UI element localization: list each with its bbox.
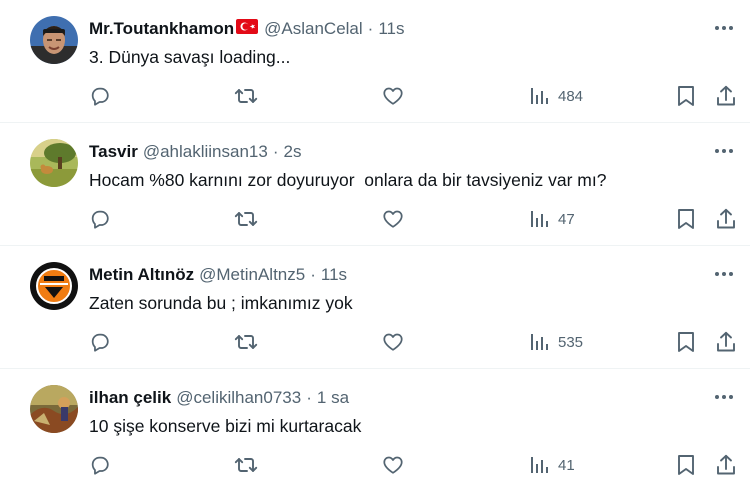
heart-icon [383, 87, 403, 105]
reply-icon [91, 210, 109, 229]
turkey-flag-icon [236, 19, 259, 39]
views-count: 484 [558, 87, 584, 105]
retweet-icon [234, 458, 258, 472]
author-name[interactable]: Metin Altınöz [89, 265, 194, 285]
bookmark-button[interactable] [677, 83, 695, 109]
timestamp[interactable]: 1 sa [317, 388, 349, 408]
tweet-feed: Mr.Toutankhamon @AslanCelal · 11s 3. Dün… [0, 0, 750, 492]
retweet-icon [234, 89, 258, 103]
share-button[interactable] [715, 329, 737, 355]
author-handle[interactable]: @celikilhan0733 [176, 388, 301, 408]
tweet-actions: 535 [0, 329, 750, 355]
heart-icon [383, 456, 403, 474]
bookmark-button[interactable] [677, 206, 695, 232]
bookmark-icon [678, 332, 694, 352]
share-icon [717, 331, 735, 352]
timestamp[interactable]: 11s [321, 265, 347, 285]
bookmark-icon [678, 209, 694, 229]
retweet-button[interactable] [234, 329, 258, 355]
retweet-icon [234, 335, 258, 349]
views-button[interactable]: 41 [530, 452, 575, 478]
bookmark-icon [678, 455, 694, 475]
avatar[interactable] [30, 262, 78, 310]
more-horizontal-icon[interactable] [712, 139, 736, 163]
views-button[interactable]: 47 [530, 206, 575, 232]
tweet[interactable]: Metin Altınöz @MetinAltnz5 · 11s Zaten s… [0, 246, 750, 369]
heart-icon [383, 210, 403, 228]
views-button[interactable]: 535 [530, 329, 583, 355]
tweet-header: ilhan çelik @celikilhan0733 · 1 sa [89, 387, 690, 409]
retweet-button[interactable] [234, 452, 258, 478]
tweet-header: Tasvir @ahlakliinsan13 · 2s [89, 141, 690, 163]
views-bar-chart-icon [531, 334, 548, 350]
share-button[interactable] [715, 206, 737, 232]
author-handle[interactable]: @ahlakliinsan13 [143, 142, 268, 162]
author-name[interactable]: Mr.Toutankhamon [89, 19, 234, 39]
views-count: 535 [558, 333, 584, 351]
tweet[interactable]: ilhan çelik @celikilhan0733 · 1 sa 10 şi… [0, 369, 750, 492]
like-button[interactable] [382, 452, 404, 478]
tweet-text: 3. Dünya savaşı loading... [89, 47, 291, 67]
like-button[interactable] [382, 206, 404, 232]
separator-dot: · [272, 142, 279, 161]
views-bar-chart-icon [531, 211, 548, 227]
tweet-header: Metin Altınöz @MetinAltnz5 · 11s [89, 264, 690, 286]
reply-button[interactable] [89, 83, 111, 109]
separator-dot: · [310, 265, 316, 284]
timestamp[interactable]: 2s [284, 142, 302, 162]
retweet-button[interactable] [234, 206, 258, 232]
heart-icon [383, 333, 403, 351]
views-button[interactable]: 484 [530, 83, 583, 109]
reply-button[interactable] [89, 329, 111, 355]
more-horizontal-icon[interactable] [712, 385, 736, 409]
views-count: 47 [558, 210, 575, 228]
bookmark-button[interactable] [677, 452, 695, 478]
retweet-icon [234, 212, 258, 226]
tweet-text: Hocam %80 karnını zor doyuruyor onlara d… [89, 170, 607, 190]
tweet[interactable]: Mr.Toutankhamon @AslanCelal · 11s 3. Dün… [0, 0, 750, 123]
tweet-actions: 41 [0, 452, 750, 478]
reply-button[interactable] [89, 206, 111, 232]
avatar[interactable] [30, 139, 78, 187]
separator-dot: · [367, 19, 374, 38]
like-button[interactable] [382, 329, 404, 355]
retweet-button[interactable] [234, 83, 258, 109]
bookmark-icon [678, 86, 694, 106]
reply-button[interactable] [89, 452, 111, 478]
avatar[interactable] [30, 16, 78, 64]
separator-dot: · [306, 388, 312, 407]
more-horizontal-icon[interactable] [712, 16, 736, 40]
more-horizontal-icon[interactable] [712, 262, 736, 286]
share-button[interactable] [715, 83, 737, 109]
reply-icon [91, 456, 109, 475]
like-button[interactable] [382, 83, 404, 109]
views-count: 41 [558, 456, 575, 474]
bookmark-button[interactable] [677, 329, 695, 355]
tweet-header: Mr.Toutankhamon @AslanCelal · 11s [89, 18, 690, 40]
tweet-actions: 47 [0, 206, 750, 232]
share-icon [717, 454, 735, 475]
author-name[interactable]: ilhan çelik [89, 388, 171, 408]
timestamp[interactable]: 11s [378, 19, 404, 39]
avatar[interactable] [30, 385, 78, 433]
reply-icon [91, 333, 109, 352]
tweet-text: Zaten sorunda bu ; imkanımız yok [89, 293, 353, 313]
views-bar-chart-icon [531, 88, 548, 104]
author-handle[interactable]: @AslanCelal [264, 19, 363, 39]
share-button[interactable] [715, 452, 737, 478]
share-icon [717, 208, 735, 229]
tweet-actions: 484 [0, 83, 750, 109]
author-name[interactable]: Tasvir [89, 142, 138, 162]
tweet-text: 10 şişe konserve bizi mi kurtaracak [89, 416, 362, 436]
author-handle[interactable]: @MetinAltnz5 [199, 265, 305, 285]
tweet[interactable]: Tasvir @ahlakliinsan13 · 2s Hocam %80 ka… [0, 123, 750, 246]
share-icon [717, 85, 735, 106]
reply-icon [91, 87, 109, 106]
views-bar-chart-icon [531, 457, 548, 473]
